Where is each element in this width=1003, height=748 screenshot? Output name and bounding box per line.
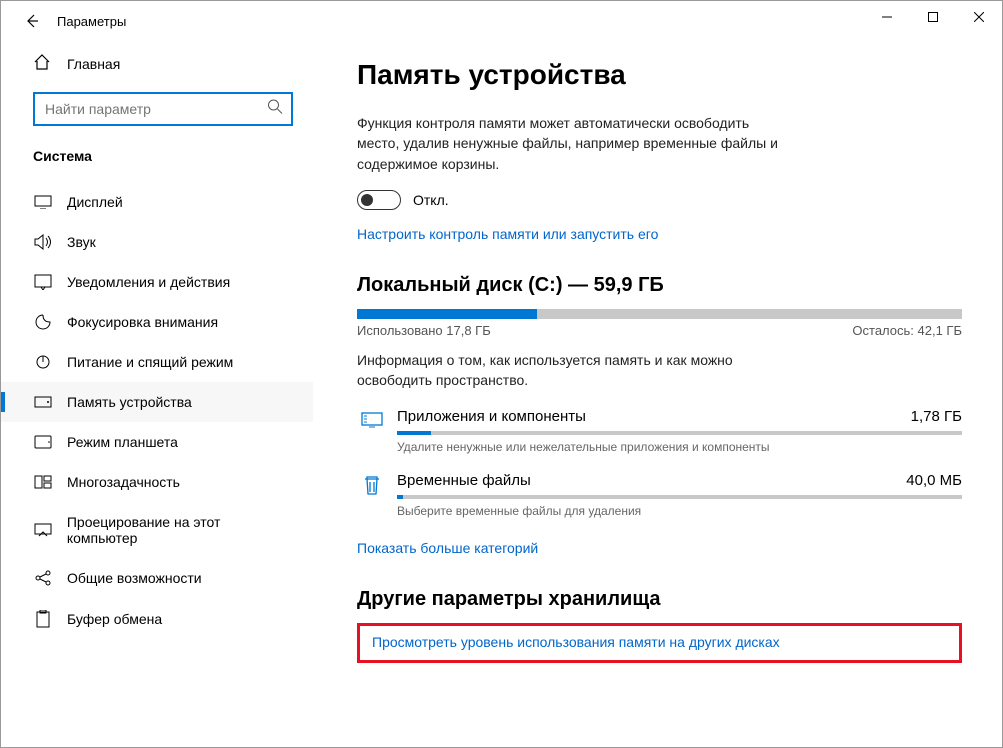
tablet-icon xyxy=(33,435,53,449)
category-temp[interactable]: Временные файлы 40,0 МБ Выберите временн… xyxy=(357,472,962,518)
close-button[interactable] xyxy=(956,1,1002,33)
highlight-annotation: Просмотреть уровень использования памяти… xyxy=(357,623,962,663)
sidebar-item-display[interactable]: Дисплей xyxy=(1,182,313,222)
apps-icon xyxy=(357,408,387,428)
category-size: 40,0 МБ xyxy=(906,472,962,489)
window-title: Параметры xyxy=(57,14,126,29)
other-disks-link[interactable]: Просмотреть уровень использования памяти… xyxy=(372,634,780,650)
storage-icon xyxy=(33,396,53,408)
sidebar-item-label: Дисплей xyxy=(67,194,123,210)
sidebar-item-power[interactable]: Питание и спящий режим xyxy=(1,342,313,382)
sidebar-item-shared[interactable]: Общие возможности xyxy=(1,558,313,598)
sidebar-item-projecting[interactable]: Проецирование на этот компьютер xyxy=(1,502,313,558)
sidebar-item-label: Питание и спящий режим xyxy=(67,354,233,370)
focus-icon xyxy=(33,314,53,330)
sidebar-item-notifications[interactable]: Уведомления и действия xyxy=(1,262,313,302)
used-label: Использовано 17,8 ГБ xyxy=(357,323,491,338)
home-label: Главная xyxy=(67,56,120,72)
sidebar-item-label: Уведомления и действия xyxy=(67,274,230,290)
search-input[interactable] xyxy=(33,92,293,126)
sidebar-item-label: Общие возможности xyxy=(67,570,202,586)
disk-usage-bar xyxy=(357,309,962,319)
sidebar-item-sound[interactable]: Звук xyxy=(1,222,313,262)
sidebar-item-focus[interactable]: Фокусировка внимания xyxy=(1,302,313,342)
category-subtext: Удалите ненужные или нежелательные прило… xyxy=(397,440,962,454)
display-icon xyxy=(33,195,53,209)
sidebar-item-label: Проецирование на этот компьютер xyxy=(67,514,293,546)
disk-title: Локальный диск (C:) — 59,9 ГБ xyxy=(357,274,962,297)
storage-sense-description: Функция контроля памяти может автоматиче… xyxy=(357,113,787,174)
home-button[interactable]: Главная xyxy=(1,41,313,86)
back-button[interactable] xyxy=(17,7,45,35)
shared-icon xyxy=(33,570,53,586)
trash-icon xyxy=(357,472,387,496)
sidebar-item-clipboard[interactable]: Буфер обмена xyxy=(1,598,313,640)
minimize-button[interactable] xyxy=(864,1,910,33)
sidebar-item-storage[interactable]: Память устройства xyxy=(1,382,313,422)
free-label: Осталось: 42,1 ГБ xyxy=(852,323,962,338)
sidebar-item-label: Память устройства xyxy=(67,394,192,410)
power-icon xyxy=(33,354,53,370)
sidebar-item-label: Звук xyxy=(67,234,96,250)
sidebar-item-multitask[interactable]: Многозадачность xyxy=(1,462,313,502)
category-name: Приложения и компоненты xyxy=(397,408,586,425)
sound-icon xyxy=(33,234,53,250)
main-content: Память устройства Функция контроля памят… xyxy=(321,41,1002,747)
multitask-icon xyxy=(33,475,53,489)
category-subtext: Выберите временные файлы для удаления xyxy=(397,504,962,518)
sidebar: Главная Система Дисплей Звук Уведомления… xyxy=(1,41,321,747)
sidebar-item-label: Режим планшета xyxy=(67,434,178,450)
other-storage-title: Другие параметры хранилища xyxy=(357,588,962,611)
clipboard-icon xyxy=(33,610,53,628)
category-name: Временные файлы xyxy=(397,472,531,489)
sidebar-section-label: Система xyxy=(1,140,313,182)
projecting-icon xyxy=(33,523,53,537)
category-apps[interactable]: Приложения и компоненты 1,78 ГБ Удалите … xyxy=(357,408,962,454)
storage-sense-toggle[interactable] xyxy=(357,190,401,210)
toggle-state-label: Откл. xyxy=(413,192,449,208)
home-icon xyxy=(33,53,53,74)
notifications-icon xyxy=(33,274,53,290)
sidebar-item-tablet[interactable]: Режим планшета xyxy=(1,422,313,462)
search-icon xyxy=(267,99,283,120)
disk-info-text: Информация о том, как используется памят… xyxy=(357,350,787,391)
page-title: Память устройства xyxy=(357,59,962,91)
sidebar-item-label: Многозадачность xyxy=(67,474,180,490)
configure-storage-sense-link[interactable]: Настроить контроль памяти или запустить … xyxy=(357,226,658,242)
sidebar-item-label: Буфер обмена xyxy=(67,611,162,627)
show-more-categories-link[interactable]: Показать больше категорий xyxy=(357,540,538,556)
category-size: 1,78 ГБ xyxy=(911,408,962,425)
maximize-button[interactable] xyxy=(910,1,956,33)
sidebar-item-label: Фокусировка внимания xyxy=(67,314,218,330)
